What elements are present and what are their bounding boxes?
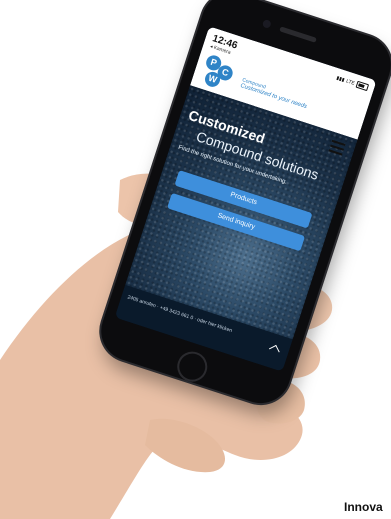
front-camera-icon bbox=[261, 18, 272, 29]
scroll-up-chevron-icon[interactable] bbox=[268, 344, 280, 356]
photo-stage: 12:46 ◂ Kamera ▮▮▮ LTE P C W Compound Cu… bbox=[0, 0, 391, 519]
earpiece bbox=[279, 26, 317, 43]
signal-icon: ▮▮▮ bbox=[335, 74, 346, 83]
battery-icon bbox=[355, 80, 370, 92]
bottom-caption: Innova bbox=[344, 500, 383, 514]
network-label: LTE bbox=[345, 77, 356, 87]
status-indicators: ▮▮▮ LTE bbox=[335, 74, 370, 92]
